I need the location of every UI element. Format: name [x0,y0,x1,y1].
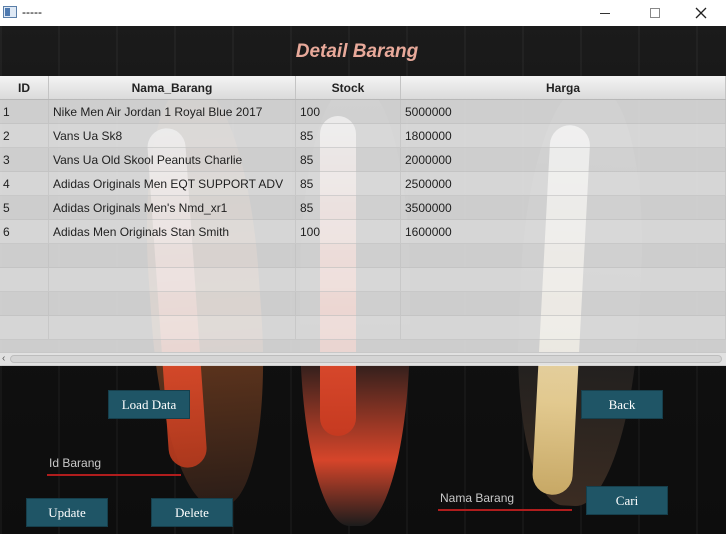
cell-nama-barang: Vans Ua Old Skool Peanuts Charlie [49,148,296,171]
close-icon [695,7,707,19]
cell-id: 1 [0,100,49,123]
maximize-button[interactable] [632,0,678,26]
window-titlebar: ----- [0,0,726,26]
load-data-button[interactable]: Load Data [108,390,190,419]
field-underline [47,474,181,476]
table-row-empty [0,316,726,340]
delete-button[interactable]: Delete [151,498,233,527]
table-header: ID Nama_Barang Stock Harga [0,76,726,100]
back-button[interactable]: Back [581,390,663,419]
product-table[interactable]: ID Nama_Barang Stock Harga 1 Nike Men Ai… [0,76,726,366]
minimize-button[interactable] [582,0,628,26]
cell-stock: 85 [296,196,401,219]
table-row[interactable]: 1 Nike Men Air Jordan 1 Royal Blue 2017 … [0,100,726,124]
horizontal-scrollbar[interactable]: ‹ [0,352,726,365]
table-row-empty [0,244,726,268]
table-row[interactable]: 3 Vans Ua Old Skool Peanuts Charlie 85 2… [0,148,726,172]
cell-nama-barang: Vans Ua Sk8 [49,124,296,147]
table-row[interactable]: 6 Adidas Men Originals Stan Smith 100 16… [0,220,726,244]
cell-stock: 85 [296,124,401,147]
table-row[interactable]: 2 Vans Ua Sk8 85 1800000 [0,124,726,148]
window-title: ----- [22,5,42,19]
update-button[interactable]: Update [26,498,108,527]
table-row[interactable]: 4 Adidas Originals Men EQT SUPPORT ADV 8… [0,172,726,196]
cell-harga: 1600000 [401,220,726,243]
cell-id: 4 [0,172,49,195]
cell-id: 2 [0,124,49,147]
cell-stock: 85 [296,172,401,195]
nama-barang-field[interactable]: Nama Barang [438,487,572,511]
scrollbar-thumb[interactable] [10,355,722,363]
cell-harga: 5000000 [401,100,726,123]
cell-stock: 100 [296,220,401,243]
column-header-id[interactable]: ID [0,76,49,99]
cell-harga: 2500000 [401,172,726,195]
table-row-empty [0,292,726,316]
table-body: 1 Nike Men Air Jordan 1 Royal Blue 2017 … [0,100,726,340]
cell-nama-barang: Nike Men Air Jordan 1 Royal Blue 2017 [49,100,296,123]
id-barang-placeholder: Id Barang [49,456,102,470]
cell-stock: 100 [296,100,401,123]
cell-nama-barang: Adidas Men Originals Stan Smith [49,220,296,243]
cell-nama-barang: Adidas Originals Men EQT SUPPORT ADV [49,172,296,195]
maximize-icon [650,8,660,18]
table-row[interactable]: 5 Adidas Originals Men's Nmd_xr1 85 3500… [0,196,726,220]
cell-harga: 2000000 [401,148,726,171]
cell-id: 3 [0,148,49,171]
app-window-icon [3,6,17,18]
field-underline [438,509,572,511]
column-header-stock[interactable]: Stock [296,76,401,99]
background-image: Detail Barang ID Nama_Barang Stock Harga… [0,26,726,534]
cell-id: 6 [0,220,49,243]
minimize-icon [600,12,610,14]
cari-button[interactable]: Cari [586,486,668,515]
id-barang-field[interactable]: Id Barang [47,452,181,476]
scroll-left-arrow-icon[interactable]: ‹ [2,353,5,365]
nama-barang-placeholder: Nama Barang [440,491,515,505]
column-header-nama-barang[interactable]: Nama_Barang [49,76,296,99]
cell-harga: 1800000 [401,124,726,147]
cell-nama-barang: Adidas Originals Men's Nmd_xr1 [49,196,296,219]
cell-harga: 3500000 [401,196,726,219]
page-title: Detail Barang [295,41,419,62]
table-row-empty [0,268,726,292]
column-header-harga[interactable]: Harga [401,76,726,99]
close-button[interactable] [678,0,724,26]
cell-stock: 85 [296,148,401,171]
cell-id: 5 [0,196,49,219]
